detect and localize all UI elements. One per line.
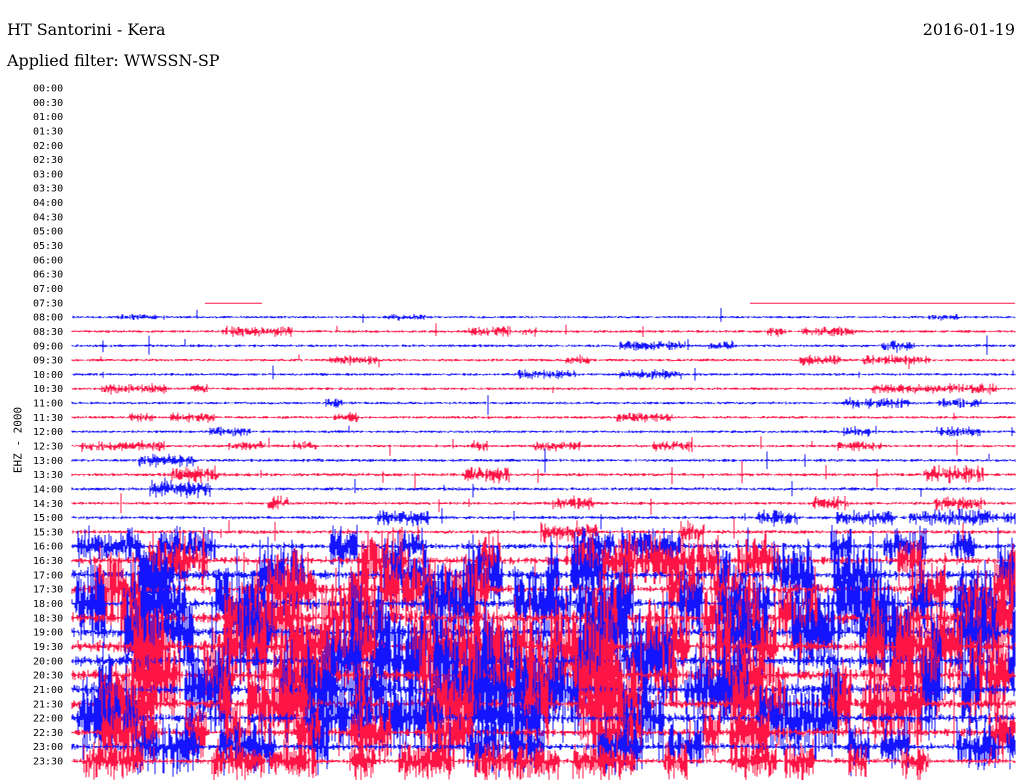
time-label: 11:00 (33, 399, 63, 410)
time-label: 09:00 (33, 341, 63, 352)
time-label: 13:30 (33, 470, 63, 481)
time-label: 04:00 (33, 198, 63, 209)
time-label: 10:00 (33, 370, 63, 381)
time-label: 02:30 (33, 155, 63, 166)
time-label: 12:30 (33, 442, 63, 453)
time-label: 15:30 (33, 527, 63, 538)
time-label: 17:00 (33, 570, 63, 581)
time-label: 10:30 (33, 384, 63, 395)
time-label: 03:00 (33, 169, 63, 180)
time-label: 22:00 (33, 714, 63, 725)
time-label: 15:00 (33, 513, 63, 524)
trace-1030 (71, 383, 1016, 395)
time-label: 22:30 (33, 728, 63, 739)
time-label: 01:00 (33, 112, 63, 123)
time-label: 14:30 (33, 499, 63, 510)
time-label: 17:30 (33, 585, 63, 596)
time-label: 06:30 (33, 270, 63, 281)
time-label: 12:00 (33, 427, 63, 438)
time-label: 03:30 (33, 184, 63, 195)
time-label: 20:30 (33, 671, 63, 682)
time-label: 16:30 (33, 556, 63, 567)
trace-1530 (71, 518, 1016, 544)
time-label: 21:30 (33, 699, 63, 710)
time-label: 19:00 (33, 628, 63, 639)
time-label: 11:30 (33, 413, 63, 424)
trace-1000 (71, 365, 1016, 381)
trace-0800 (72, 307, 1016, 323)
trace-1230 (71, 436, 1016, 456)
trace-1100 (71, 395, 1016, 415)
time-label: 05:00 (33, 227, 63, 238)
time-label: 00:00 (33, 84, 63, 95)
time-label: 14:00 (33, 484, 63, 495)
time-label: 19:30 (33, 642, 63, 653)
trace-0900 (71, 335, 1016, 355)
trace-1200 (71, 425, 1016, 437)
trace-1430 (71, 493, 1016, 515)
trace-0830 (71, 323, 1016, 337)
time-label: 06:00 (33, 255, 63, 266)
trace-plot: 00:00 00:30 01:00 01:30 02:00 02:30 03:00 03:30… (33, 84, 1016, 780)
helicorder-chart: HT Santorini - Kera 2016-01-19 Applied f… (0, 0, 1024, 780)
time-label: 20:00 (33, 656, 63, 667)
time-label: 18:30 (33, 613, 63, 624)
time-label: 13:00 (33, 456, 63, 467)
time-label: 05:30 (33, 241, 63, 252)
time-label: 09:30 (33, 356, 63, 367)
trace-1130 (71, 412, 1016, 423)
trace-1300 (71, 448, 1016, 473)
time-label: 00:30 (33, 98, 63, 109)
trace-0930 (71, 354, 1016, 370)
time-label: 16:00 (33, 542, 63, 553)
trace-1500 (71, 508, 1016, 530)
time-label: 23:00 (33, 742, 63, 753)
time-label: 18:00 (33, 599, 63, 610)
time-label: 02:00 (33, 141, 63, 152)
trace-1330 (71, 460, 1016, 490)
time-label: 07:30 (33, 298, 63, 309)
trace-1400 (71, 477, 1016, 499)
time-label: 01:30 (33, 126, 63, 137)
time-label: 07:00 (33, 284, 63, 295)
time-label: 04:30 (33, 212, 63, 223)
time-label: 08:30 (33, 327, 63, 338)
time-label: 08:00 (33, 313, 63, 324)
time-label: 23:30 (33, 757, 63, 768)
time-label: 21:00 (33, 685, 63, 696)
